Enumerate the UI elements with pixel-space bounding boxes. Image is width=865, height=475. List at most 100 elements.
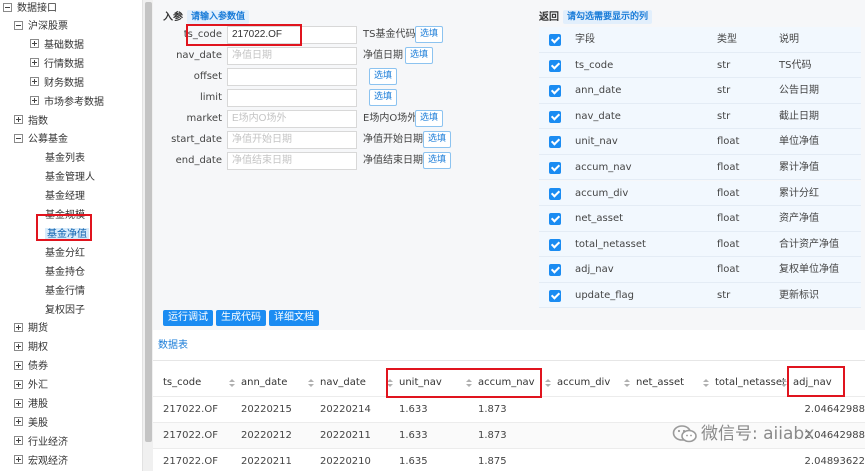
return-type: str (717, 59, 731, 71)
sort-icon[interactable] (545, 379, 551, 388)
field-checkbox[interactable] (549, 59, 561, 72)
tree-item-21[interactable]: 美股 (14, 415, 48, 433)
expand-icon[interactable] (14, 322, 23, 332)
param-input-end_date[interactable]: 净值结束日期 (227, 152, 357, 170)
tab-data-table[interactable]: 数据表 (158, 338, 188, 354)
tree-item-12[interactable]: 基金分红 (45, 245, 85, 263)
tree-item-14[interactable]: 基金行情 (45, 283, 85, 301)
table-row[interactable]: 217022.OF 20220215 20220214 1.633 1.873 2.046… (153, 396, 865, 422)
field-checkbox[interactable] (549, 187, 561, 200)
field-checkbox[interactable] (549, 110, 561, 123)
expand-icon[interactable] (14, 115, 23, 124)
tree-item-4[interactable]: 市场参考数据 (30, 94, 104, 112)
return-desc: 单位净值 (779, 136, 819, 148)
column-header-nav_date[interactable]: nav_date (320, 370, 366, 396)
tree-scrollbar[interactable] (142, 0, 153, 471)
tree-item-22[interactable]: 行业经济 (14, 434, 68, 452)
tree-item-2[interactable]: 行情数据 (30, 56, 84, 74)
field-checkbox[interactable] (549, 85, 561, 98)
docs-button[interactable]: 详细文档 (269, 310, 319, 326)
tree-item-15[interactable]: 复权因子 (45, 302, 85, 320)
return-desc: 累计分红 (779, 187, 819, 199)
sort-icon[interactable] (703, 379, 709, 388)
expand-icon[interactable] (14, 417, 23, 427)
column-header-ann_date[interactable]: ann_date (241, 370, 287, 396)
param-input-offset[interactable] (227, 68, 357, 86)
generate-code-button[interactable]: 生成代码 (216, 310, 266, 326)
return-row-nav_date: nav_date str 截止日期 (539, 103, 861, 130)
param-input-limit[interactable] (227, 89, 357, 107)
run-debug-button[interactable]: 运行调试 (163, 310, 213, 326)
optional-button-market[interactable]: 选填 (415, 110, 444, 127)
param-input-start_date[interactable]: 净值开始日期 (227, 131, 357, 149)
optional-button-ts_code[interactable]: 选填 (415, 26, 444, 43)
column-header-total_netasset[interactable]: total_netasset (715, 370, 786, 396)
scrollbar-thumb[interactable] (145, 2, 152, 442)
tree-item-5[interactable]: 指数 (14, 113, 48, 131)
sort-icon[interactable] (624, 379, 630, 388)
tree-item-16[interactable]: 期货 (14, 320, 48, 338)
collapse-icon[interactable] (14, 20, 23, 30)
collapse-icon[interactable] (3, 2, 12, 12)
cell-ann_date: 20220211 (241, 456, 292, 467)
field-checkbox[interactable] (549, 264, 561, 277)
sort-icon[interactable] (229, 379, 235, 388)
sort-icon[interactable] (308, 379, 314, 388)
tree-item-label: 行情数据 (44, 58, 84, 70)
optional-button-nav_date[interactable]: 选填 (405, 47, 434, 64)
select-all-checkbox[interactable] (549, 34, 561, 46)
return-type: float (717, 238, 740, 250)
tree-item-6[interactable]: 公募基金 (14, 131, 68, 149)
optional-button-start_date[interactable]: 选填 (423, 131, 452, 148)
cell-nav_date: 20220214 (320, 404, 371, 415)
tree-item-17[interactable]: 期权 (14, 339, 48, 357)
expand-icon[interactable] (30, 96, 39, 106)
tree-item-19[interactable]: 外汇 (14, 377, 48, 395)
tree-item-3[interactable]: 财务数据 (30, 75, 84, 93)
tree-root[interactable]: 数据接口 (3, 0, 57, 18)
field-checkbox[interactable] (549, 161, 561, 174)
optional-button-limit[interactable]: 选填 (369, 89, 398, 106)
table-row[interactable]: 217022.OF 20220211 20220210 1.635 1.875 2.048… (153, 448, 865, 474)
expand-icon[interactable] (14, 341, 23, 351)
field-checkbox[interactable] (549, 136, 561, 149)
output-hint-badge: 请勾选需要显示的列 (563, 10, 653, 24)
expand-icon[interactable] (14, 379, 23, 389)
field-checkbox[interactable] (549, 238, 561, 251)
tree-item-9[interactable]: 基金经理 (45, 188, 85, 206)
param-input-market[interactable]: E场内O场外 (227, 110, 357, 128)
tree-item-7[interactable]: 基金列表 (45, 150, 85, 168)
expand-icon[interactable] (14, 455, 23, 465)
collapse-icon[interactable] (14, 133, 23, 143)
param-input-nav_date[interactable]: 净值日期 (227, 47, 357, 65)
tree-item-1[interactable]: 基础数据 (30, 37, 84, 55)
expand-icon[interactable] (14, 436, 23, 446)
optional-button-end_date[interactable]: 选填 (423, 152, 452, 169)
input-title: 入参 (163, 12, 183, 23)
expand-icon[interactable] (14, 398, 23, 408)
tree-item-23[interactable]: 宏观经济 (14, 453, 68, 471)
column-header-accum_div[interactable]: accum_div (557, 370, 610, 396)
expand-icon[interactable] (14, 360, 23, 370)
expand-icon[interactable] (30, 39, 39, 49)
field-checkbox[interactable] (549, 213, 561, 226)
expand-icon[interactable] (30, 77, 39, 87)
optional-button-offset[interactable]: 选填 (369, 68, 398, 85)
tree-item-label: 基金经理 (45, 191, 85, 203)
tree-item-13[interactable]: 基金持仓 (45, 264, 85, 282)
expand-icon[interactable] (30, 58, 39, 68)
field-checkbox[interactable] (549, 289, 561, 302)
column-header-ts_code[interactable]: ts_code (163, 370, 201, 396)
tree-item-8[interactable]: 基金管理人 (45, 169, 95, 187)
tree-item-label: 港股 (28, 399, 48, 410)
column-header-net_asset[interactable]: net_asset (636, 370, 684, 396)
tree-root-label: 数据接口 (17, 3, 57, 14)
return-type: str (717, 85, 731, 97)
param-desc-start_date: 净值开始日期 (363, 134, 423, 145)
tree-item-18[interactable]: 债券 (14, 358, 48, 376)
tree-item-20[interactable]: 港股 (14, 396, 48, 414)
header-field: 字段 (575, 34, 595, 45)
return-row-ts_code: ts_code str TS代码 (539, 52, 861, 78)
watermark-text: 微信号: aiiabx (701, 424, 815, 444)
tree-item-0[interactable]: 沪深股票 (14, 18, 68, 36)
